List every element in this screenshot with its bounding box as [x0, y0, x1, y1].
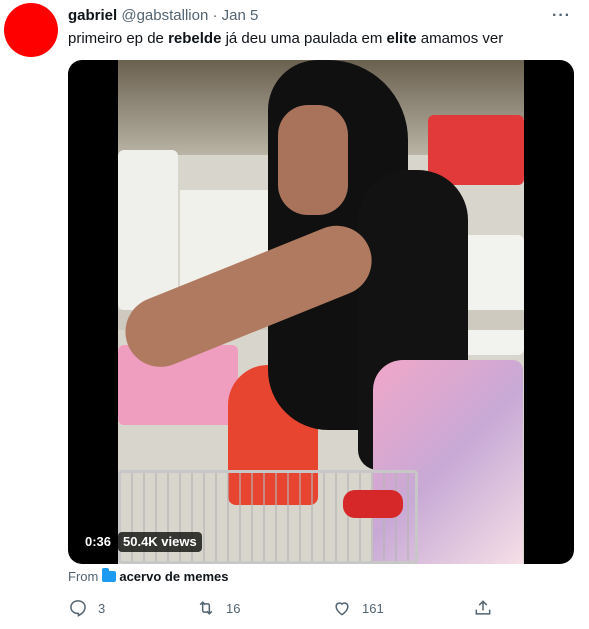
- share-icon: [475, 600, 491, 615]
- tweet-text-part: amamos ver: [416, 30, 504, 47]
- view-count: 50.4K views: [118, 532, 202, 552]
- red-basket: [428, 115, 524, 185]
- retweet-count: 16: [226, 600, 241, 616]
- reply-count: 3: [98, 600, 106, 616]
- tweet-text-bold: rebelde: [168, 30, 222, 47]
- person-face: [278, 105, 348, 215]
- tweet-header: gabriel @gabstallion · Jan 5: [68, 7, 258, 25]
- author-handle[interactable]: @gabstallion: [121, 7, 208, 24]
- video-duration: 0:36: [80, 532, 117, 552]
- video-player[interactable]: 0:36 50.4K views: [68, 60, 574, 564]
- avatar[interactable]: [4, 3, 58, 57]
- reply-icon: [70, 600, 86, 617]
- reply-button[interactable]: 3: [68, 598, 105, 618]
- laundry-basket: [118, 150, 178, 310]
- tweet-text-bold: elite: [386, 30, 417, 47]
- tweet-actions: 3 16 161: [68, 598, 498, 620]
- tweet-text-part: já deu uma paulada em: [221, 30, 387, 47]
- video-frame[interactable]: [118, 60, 524, 564]
- folder-icon: [102, 568, 117, 582]
- retweet-icon: [199, 601, 213, 615]
- separator: ·: [212, 7, 218, 24]
- author-name[interactable]: gabriel: [68, 7, 117, 24]
- tweet-text-part: primeiro ep de: [68, 30, 169, 47]
- tweet-text: primeiro ep de rebelde já deu uma paulad…: [68, 29, 503, 49]
- retweet-button[interactable]: 16: [196, 598, 240, 618]
- tweet-date[interactable]: Jan 5: [222, 7, 259, 24]
- like-count: 161: [362, 600, 384, 616]
- cart-handle: [343, 490, 403, 518]
- share-button[interactable]: [473, 598, 493, 618]
- source-link[interactable]: acervo de memes: [119, 569, 228, 584]
- from-label: From: [68, 569, 99, 584]
- heart-icon: [335, 602, 349, 616]
- source-attribution: From acervo de memes: [68, 568, 228, 585]
- more-options-button[interactable]: ···: [552, 7, 571, 25]
- like-button[interactable]: 161: [332, 598, 384, 618]
